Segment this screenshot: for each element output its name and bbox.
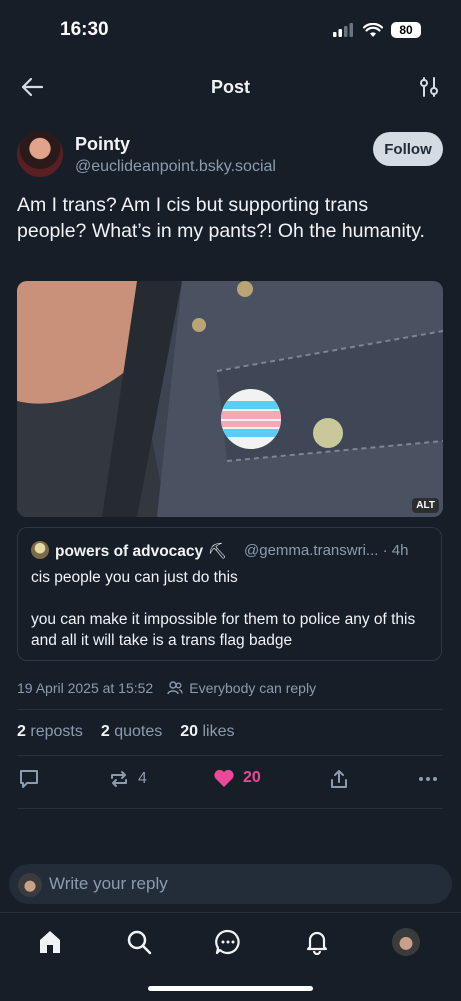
battery-indicator: 80 [391,22,421,38]
thread-options-button[interactable] [419,76,439,98]
alt-badge[interactable]: ALT [412,498,439,513]
author-name[interactable]: Pointy [75,134,130,155]
post-meta: 19 April 2025 at 15:52 Everybody can rep… [17,680,316,696]
heart-icon [214,769,234,787]
post-photo [17,281,443,517]
like-count: 20 [243,769,261,786]
quotes-stat[interactable]: 2 quotes [101,723,162,741]
repost-button[interactable]: 4 [108,768,147,790]
quoted-author-name-text: powers of advocacy [55,543,204,560]
reply-icon [20,770,38,788]
repost-icon [111,771,127,787]
follow-button[interactable]: Follow [373,132,443,166]
search-icon [127,930,152,955]
filter-icon [420,77,438,97]
home-icon [40,931,60,953]
chat-icon [215,929,240,955]
share-button[interactable] [328,768,350,790]
more-button[interactable] [417,768,439,790]
bell-icon [306,931,328,955]
author-handle[interactable]: @euclideanpoint.bsky.social [75,158,276,176]
tab-search[interactable] [126,929,152,955]
tab-home[interactable] [37,929,63,955]
post-actions: 4 20 [17,768,443,794]
post-stats: 2 reposts 2 quotes 20 likes [17,723,235,741]
wifi-icon [363,22,383,37]
divider [17,709,443,710]
people-icon [167,681,183,695]
divider [17,755,443,756]
more-dots-icon [419,777,437,781]
reply-setting[interactable]: Everybody can reply [189,680,316,696]
home-indicator [148,986,313,991]
reply-composer[interactable]: Write your reply [9,864,452,904]
status-icons: 80 [333,22,421,38]
reply-button[interactable] [18,768,40,790]
tab-chat[interactable] [215,929,241,955]
quoted-author-avatar [31,541,49,559]
repost-count: 4 [138,770,147,787]
divider [17,808,443,809]
share-icon [331,770,347,788]
reply-placeholder: Write your reply [49,874,168,893]
author-avatar[interactable] [17,131,63,177]
like-button[interactable]: 20 [213,768,261,788]
tab-profile[interactable] [392,928,420,956]
post-image[interactable]: ALT [17,281,443,517]
post-text: Am I trans? Am I cis but supporting tran… [17,194,425,242]
quoted-time: · 4h [382,542,409,559]
quoted-author-name: powers of advocacy ⛏ [55,542,227,561]
page-title: Post [210,77,250,97]
reposts-stat[interactable]: 2 reposts [17,723,83,741]
quoted-handle-text: @gemma.transwri... [244,542,379,559]
status-time: 16:30 [60,19,109,40]
quoted-author-handle: @gemma.transwri... · 4h [244,542,408,559]
quoted-post[interactable]: powers of advocacy ⛏ @gemma.transwri... … [17,527,442,661]
my-avatar [18,873,42,897]
likes-stat[interactable]: 20 likes [180,723,234,741]
signal-icon [333,23,353,37]
quoted-text: cis people you can just do this you can … [31,569,416,649]
post-date: 19 April 2025 at 15:52 [17,680,154,696]
hammer-icon: ⛏ [207,543,228,560]
tab-notifications[interactable] [304,929,330,955]
